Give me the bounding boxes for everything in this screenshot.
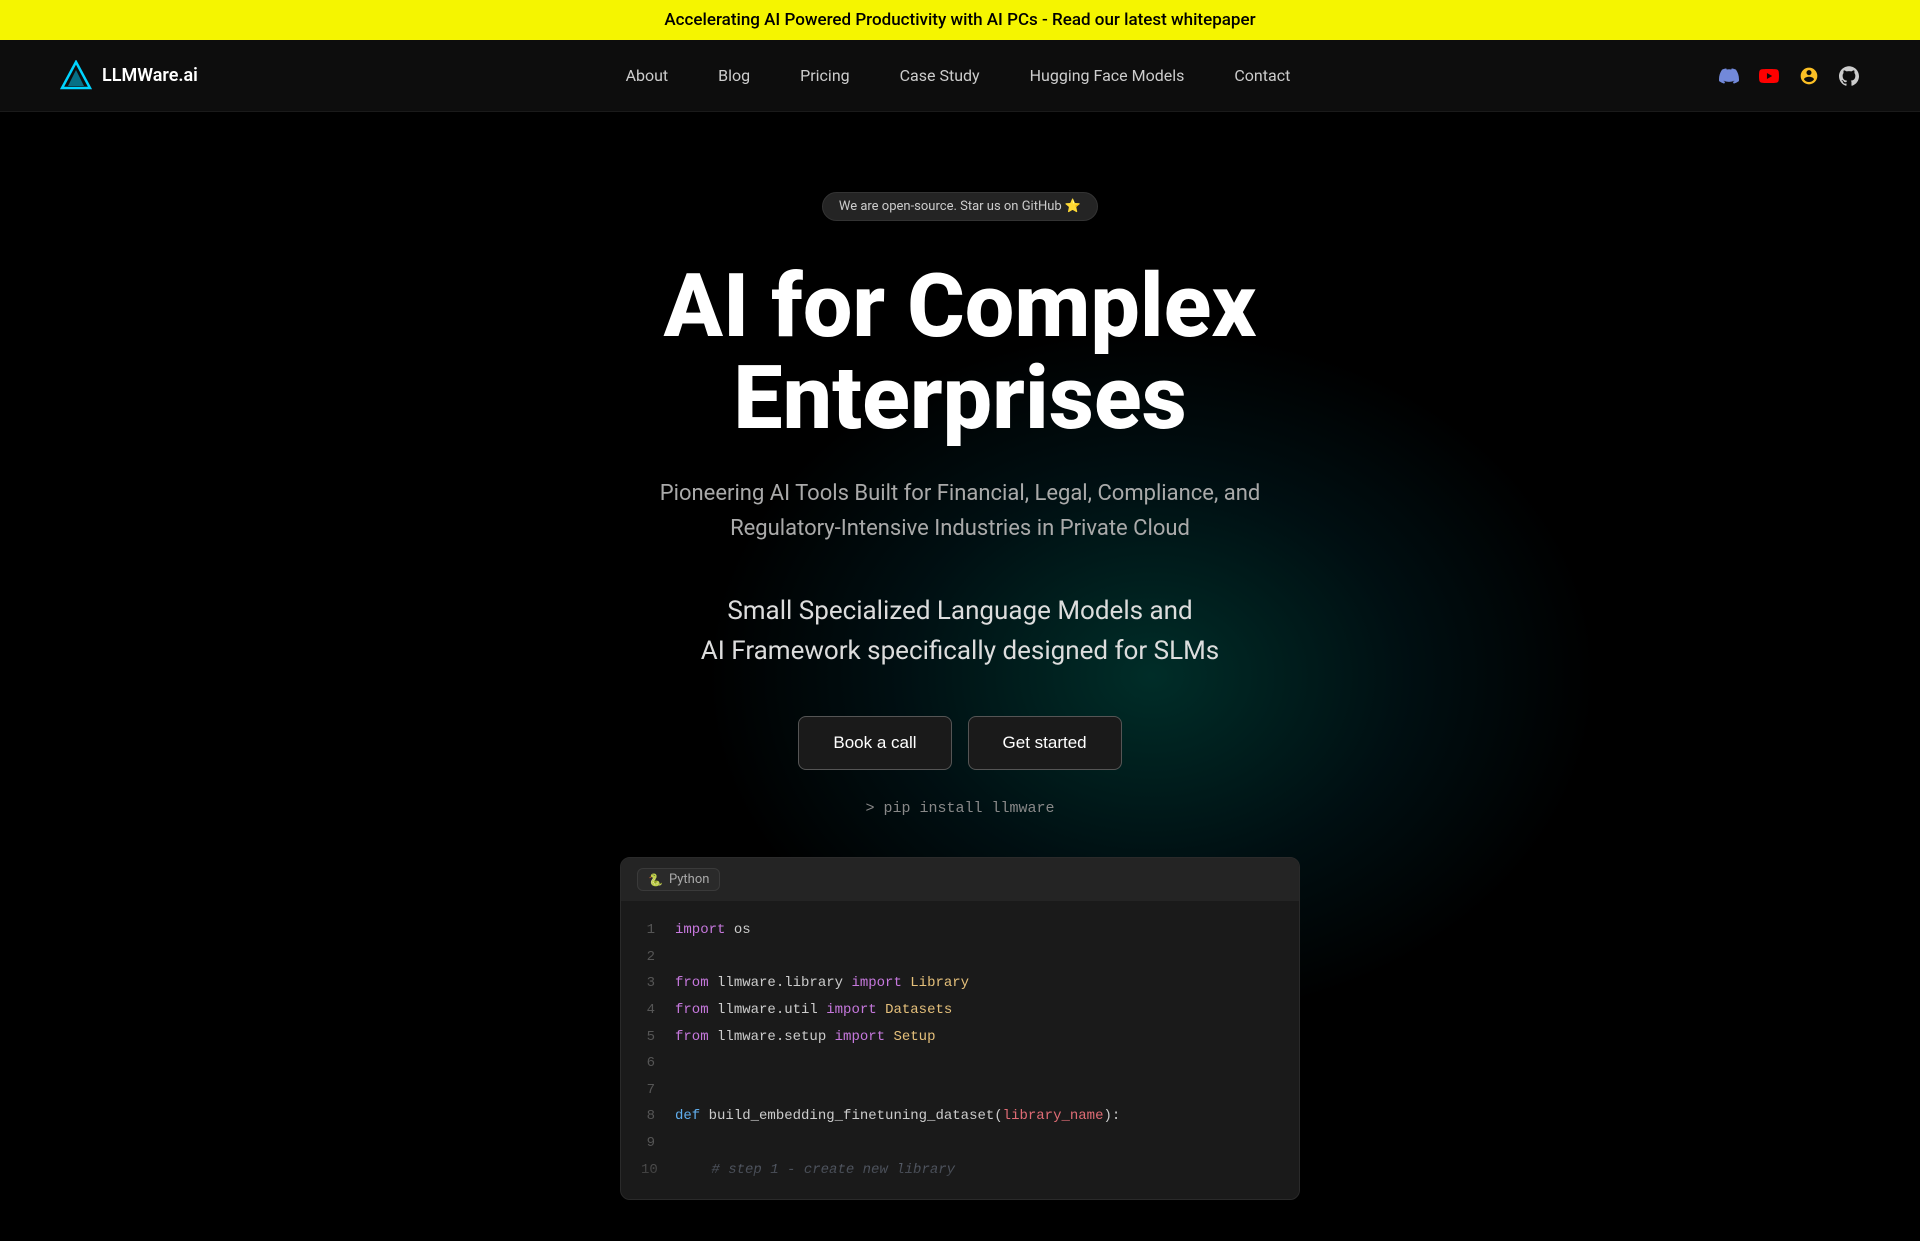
code-block: 🐍 Python 1 import os 2 3 from llmware.li… bbox=[620, 857, 1300, 1200]
nav-item-pricing[interactable]: Pricing bbox=[800, 66, 850, 85]
code-line-7: 7 bbox=[641, 1077, 1279, 1104]
pip-install-text: > pip install llmware bbox=[865, 800, 1054, 817]
navbar: LLMWare.ai About Blog Pricing Case Study… bbox=[0, 40, 1920, 112]
nav-item-case-study[interactable]: Case Study bbox=[900, 66, 980, 85]
get-started-button[interactable]: Get started bbox=[968, 716, 1122, 770]
nav-link-pricing[interactable]: Pricing bbox=[800, 66, 850, 85]
nav-item-contact[interactable]: Contact bbox=[1234, 66, 1290, 85]
nav-link-hugging-face[interactable]: Hugging Face Models bbox=[1030, 66, 1185, 85]
logo-icon bbox=[60, 60, 92, 92]
python-badge: 🐍 Python bbox=[637, 868, 720, 891]
code-line-6: 6 bbox=[641, 1050, 1279, 1077]
code-line-2: 2 bbox=[641, 944, 1279, 971]
code-line-1: 1 import os bbox=[641, 917, 1279, 944]
nav-link-about[interactable]: About bbox=[626, 66, 669, 85]
github-badge-text: We are open-source. Star us on GitHub ⭐ bbox=[839, 199, 1081, 214]
nav-link-blog[interactable]: Blog bbox=[718, 66, 750, 85]
hero-buttons: Book a call Get started bbox=[798, 716, 1121, 770]
nav-item-hugging-face[interactable]: Hugging Face Models bbox=[1030, 66, 1185, 85]
hero-tagline1: Small Specialized Language Models and bbox=[727, 596, 1192, 626]
logo-link[interactable]: LLMWare.ai bbox=[60, 60, 198, 92]
nav-item-about[interactable]: About bbox=[626, 66, 669, 85]
code-line-3: 3 from llmware.library import Library bbox=[641, 970, 1279, 997]
account-icon[interactable] bbox=[1798, 65, 1820, 87]
github-badge[interactable]: We are open-source. Star us on GitHub ⭐ bbox=[822, 192, 1098, 221]
nav-link-contact[interactable]: Contact bbox=[1234, 66, 1290, 85]
youtube-icon[interactable] bbox=[1758, 65, 1780, 87]
code-line-9: 9 bbox=[641, 1130, 1279, 1157]
nav-link-case-study[interactable]: Case Study bbox=[900, 66, 980, 85]
code-body: 1 import os 2 3 from llmware.library imp… bbox=[621, 901, 1299, 1199]
nav-menu: About Blog Pricing Case Study Hugging Fa… bbox=[626, 66, 1291, 85]
code-line-8: 8 def build_embedding_finetuning_dataset… bbox=[641, 1103, 1279, 1130]
hero-subtitle: Pioneering AI Tools Built for Financial,… bbox=[620, 476, 1300, 546]
hero-title: AI for Complex Enterprises bbox=[510, 261, 1410, 446]
code-line-4: 4 from llmware.util import Datasets bbox=[641, 997, 1279, 1024]
nav-item-blog[interactable]: Blog bbox=[718, 66, 750, 85]
logo-text: LLMWare.ai bbox=[102, 65, 198, 86]
code-line-10: 10 # step 1 - create new library bbox=[641, 1157, 1279, 1184]
discord-icon[interactable] bbox=[1718, 65, 1740, 87]
announcement-text: Accelerating AI Powered Productivity wit… bbox=[664, 10, 1255, 30]
hero-section: We are open-source. Star us on GitHub ⭐ … bbox=[0, 112, 1920, 1240]
code-line-5: 5 from llmware.setup import Setup bbox=[641, 1024, 1279, 1051]
announcement-bar: Accelerating AI Powered Productivity wit… bbox=[0, 0, 1920, 40]
navbar-icons bbox=[1718, 65, 1860, 87]
python-icon: 🐍 bbox=[648, 873, 663, 887]
book-call-button[interactable]: Book a call bbox=[798, 716, 951, 770]
hero-tagline2: AI Framework specifically designed for S… bbox=[701, 636, 1219, 666]
github-icon[interactable] bbox=[1838, 65, 1860, 87]
python-label: Python bbox=[669, 872, 709, 887]
code-header: 🐍 Python bbox=[621, 858, 1299, 901]
